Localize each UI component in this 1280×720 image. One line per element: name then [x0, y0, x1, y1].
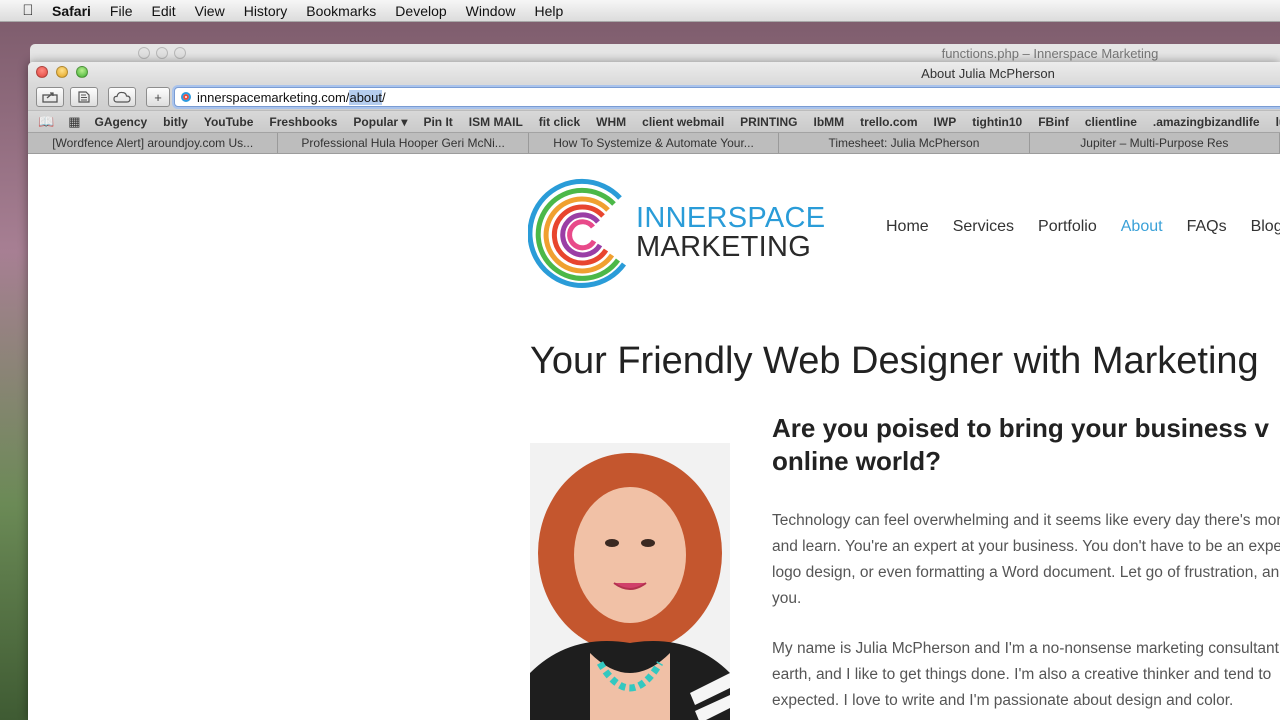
bookmark-item[interactable]: bitly [163, 115, 188, 129]
bookmark-item[interactable]: tightin10 [972, 115, 1022, 129]
bookmark-item[interactable]: IWP [934, 115, 957, 129]
page-subheading: Are you poised to bring your business v … [772, 413, 1269, 476]
reading-list-icon[interactable]: 📖 [38, 114, 54, 130]
bookmark-item[interactable]: trello.com [860, 115, 917, 129]
brand-line-1: INNERSPACE [636, 202, 826, 234]
menu-edit[interactable]: Edit [151, 3, 175, 19]
bookmark-item[interactable]: clientline [1085, 115, 1137, 129]
bookmark-item[interactable]: GAgency [94, 115, 147, 129]
tab-systemize[interactable]: How To Systemize & Automate Your... [529, 133, 780, 153]
nav-about[interactable]: About [1121, 218, 1163, 236]
title-bar: About Julia McPherson [28, 62, 1280, 84]
minimize-icon[interactable] [56, 66, 68, 78]
bookmark-item[interactable]: luc [1276, 115, 1280, 129]
bookmark-item[interactable]: YouTube [204, 115, 254, 129]
url-text-prefix: innerspacemarketing.com/ [197, 89, 350, 105]
menu-file[interactable]: File [110, 3, 133, 19]
reader-button[interactable] [70, 87, 98, 107]
close-icon[interactable] [36, 66, 48, 78]
site-brand[interactable]: INNERSPACE MARKETING [636, 204, 825, 262]
tab-wordfence-alert[interactable]: [Wordfence Alert] aroundjoy.com Us... [28, 133, 279, 153]
bookmark-item[interactable]: Freshbooks [269, 115, 337, 129]
tab-timesheet[interactable]: Timesheet: Julia McPherson [779, 133, 1030, 153]
bookmarks-bar: 📖 ▦ GAgency bitly YouTube Freshbooks Pop… [28, 110, 1280, 132]
bookmark-item[interactable]: WHM [596, 115, 626, 129]
menu-history[interactable]: History [244, 3, 288, 19]
page-heading: Your Friendly Web Designer with Marketin… [530, 340, 1259, 382]
new-tab-button[interactable]: + [146, 87, 170, 107]
share-button[interactable] [36, 87, 64, 107]
bookmark-folder-popular[interactable]: Popular ▾ [353, 115, 407, 129]
url-text-suffix: / [382, 89, 386, 105]
nav-services[interactable]: Services [953, 218, 1014, 236]
web-page: INNERSPACE MARKETING Home Services Portf… [28, 154, 1280, 720]
share-icon [42, 92, 58, 103]
tab-hula-hooper[interactable]: Professional Hula Hooper Geri McNi... [278, 133, 529, 153]
background-window-controls [138, 47, 186, 59]
intro-paragraph: Technology can feel overwhelming and it … [772, 512, 1280, 607]
address-bar[interactable]: innerspacemarketing.com/about / [174, 87, 1280, 107]
url-text-selected: about [349, 89, 383, 105]
bookmark-item[interactable]: FBinf [1038, 115, 1069, 129]
brand-line-2: MARKETING [636, 231, 812, 263]
site-nav: Home Services Portfolio About FAQs Blog [886, 218, 1280, 236]
menu-app-name[interactable]: Safari [52, 3, 91, 19]
toolbar: + innerspacemarketing.com/about / [28, 84, 1280, 110]
browser-window: About Julia McPherson + innerspacemarket… [28, 62, 1280, 720]
icloud-tabs-button[interactable] [108, 87, 136, 107]
minimize-icon[interactable] [156, 47, 168, 59]
background-window-title: functions.php – Innerspace Marketing [941, 46, 1159, 61]
portrait-image [530, 443, 730, 720]
bookmark-item[interactable]: ISM MAIL [469, 115, 523, 129]
site-favicon-icon [181, 92, 191, 102]
bio-paragraph: My name is Julia McPherson and I'm a no-… [772, 640, 1279, 709]
menu-bar:  Safari File Edit View History Bookmark… [0, 0, 1280, 22]
tab-bar: [Wordfence Alert] aroundjoy.com Us... Pr… [28, 132, 1280, 154]
bookmark-item[interactable]: IbMM [814, 115, 845, 129]
bookmark-item[interactable]: Pin It [423, 115, 452, 129]
cloud-icon [113, 91, 131, 103]
window-controls [36, 66, 88, 78]
reader-icon [78, 91, 90, 103]
zoom-icon[interactable] [174, 47, 186, 59]
site-logo-icon[interactable] [528, 178, 648, 288]
menu-bookmarks[interactable]: Bookmarks [306, 3, 376, 19]
tab-jupiter[interactable]: Jupiter – Multi-Purpose Res [1030, 133, 1280, 153]
bookmark-item[interactable]: .amazingbizandlife [1153, 115, 1260, 129]
nav-blog[interactable]: Blog [1251, 218, 1280, 236]
top-sites-icon[interactable]: ▦ [68, 114, 80, 130]
menu-help[interactable]: Help [534, 3, 563, 19]
profile-photo [530, 443, 730, 720]
nav-portfolio[interactable]: Portfolio [1038, 218, 1097, 236]
nav-faqs[interactable]: FAQs [1187, 218, 1227, 236]
apple-icon[interactable]:  [18, 2, 38, 19]
bookmark-item[interactable]: client webmail [642, 115, 724, 129]
menu-window[interactable]: Window [466, 3, 516, 19]
menu-view[interactable]: View [195, 3, 225, 19]
window-title: About Julia McPherson [921, 66, 1055, 81]
close-icon[interactable] [138, 47, 150, 59]
menu-develop[interactable]: Develop [395, 3, 446, 19]
nav-home[interactable]: Home [886, 218, 929, 236]
bookmark-item[interactable]: PRINTING [740, 115, 797, 129]
bookmark-item[interactable]: fit click [539, 115, 580, 129]
zoom-icon[interactable] [76, 66, 88, 78]
